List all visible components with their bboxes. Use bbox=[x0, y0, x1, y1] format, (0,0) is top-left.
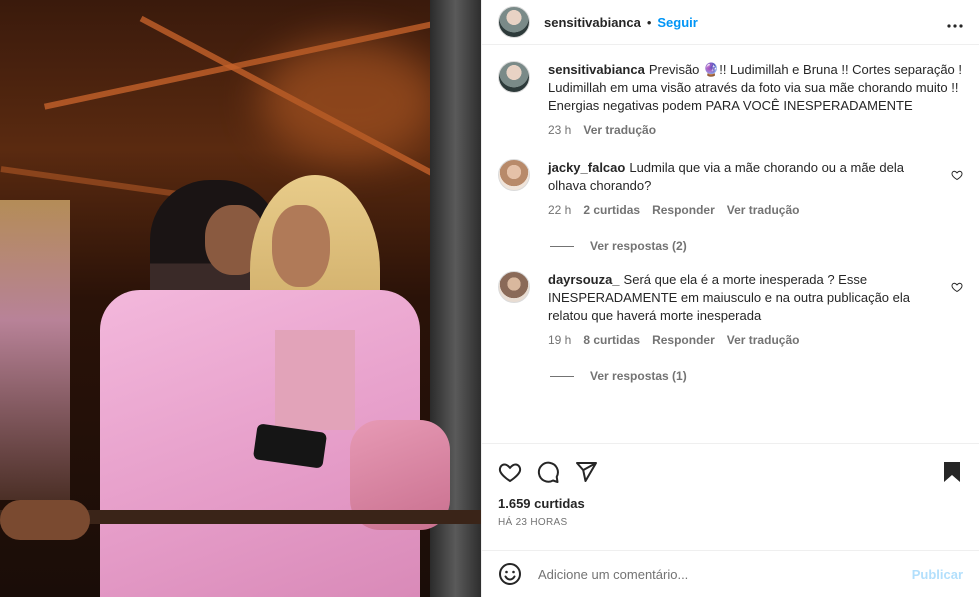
post-viewer: sensitivabianca • Seguir sensitivabianca… bbox=[0, 0, 979, 597]
comment-text: dayrsouza_ Será que ela é a morte inesper… bbox=[548, 271, 939, 325]
avatar[interactable] bbox=[498, 271, 530, 303]
view-replies-label: Ver respostas (2) bbox=[590, 239, 687, 253]
publish-button[interactable]: Publicar bbox=[912, 567, 963, 582]
comment-time[interactable]: 19 h bbox=[548, 333, 571, 347]
comment-input[interactable] bbox=[538, 566, 912, 582]
comment-meta: 22 h 2 curtidas Responder Ver tradução bbox=[548, 203, 939, 217]
share-icon[interactable] bbox=[574, 460, 598, 484]
comment-icon[interactable] bbox=[536, 460, 560, 484]
post-details-panel: sensitivabianca • Seguir sensitivabianca… bbox=[481, 0, 979, 597]
translate-link[interactable]: Ver tradução bbox=[727, 203, 800, 217]
translate-link[interactable]: Ver tradução bbox=[583, 123, 656, 137]
photo-arm bbox=[0, 500, 90, 540]
comment-likes[interactable]: 8 curtidas bbox=[583, 333, 640, 347]
follow-button[interactable]: Seguir bbox=[657, 15, 697, 30]
photo-face-blonde bbox=[272, 205, 330, 287]
post-actions: 1.659 curtidas HÁ 23 HORAS bbox=[482, 443, 979, 550]
post-header: sensitivabianca • Seguir bbox=[482, 0, 979, 45]
comment-meta: 19 h 8 curtidas Responder Ver tradução bbox=[548, 333, 939, 347]
caption-text: sensitivabianca Previsão 🔮!! Ludimillah e… bbox=[548, 61, 963, 115]
heart-icon[interactable] bbox=[951, 169, 963, 181]
photo-pink-top bbox=[275, 330, 355, 430]
avatar[interactable] bbox=[498, 61, 530, 93]
reply-button[interactable]: Responder bbox=[652, 203, 715, 217]
post-photo[interactable] bbox=[0, 0, 481, 597]
comment-text: jacky_falcao Ludmila que via a mãe choran… bbox=[548, 159, 939, 195]
heart-icon[interactable] bbox=[498, 460, 522, 484]
more-icon[interactable] bbox=[947, 12, 963, 33]
add-comment-bar: Publicar bbox=[482, 550, 979, 597]
bookmark-icon[interactable] bbox=[941, 460, 963, 484]
view-replies-label: Ver respostas (1) bbox=[590, 369, 687, 383]
post-username[interactable]: sensitivabianca bbox=[544, 15, 641, 30]
replies-line bbox=[550, 245, 574, 247]
photo-glow bbox=[260, 40, 440, 160]
comment-likes[interactable]: 2 curtidas bbox=[583, 203, 640, 217]
avatar[interactable] bbox=[498, 6, 530, 38]
caption-username[interactable]: sensitivabianca bbox=[548, 62, 645, 77]
post-date[interactable]: HÁ 23 HORAS bbox=[498, 517, 963, 528]
comment-username[interactable]: jacky_falcao bbox=[548, 160, 625, 175]
caption-time[interactable]: 23 h bbox=[548, 123, 571, 137]
caption: sensitivabianca Previsão 🔮!! Ludimillah e… bbox=[498, 61, 963, 137]
comment-item: jacky_falcao Ludmila que via a mãe choran… bbox=[498, 159, 963, 217]
separator-dot: • bbox=[646, 14, 652, 30]
comment-item: dayrsouza_ Será que ela é a morte inesper… bbox=[498, 271, 963, 347]
replies-line bbox=[550, 375, 574, 377]
photo-mirror-reflection bbox=[0, 200, 70, 500]
avatar[interactable] bbox=[498, 159, 530, 191]
comment-time[interactable]: 22 h bbox=[548, 203, 571, 217]
translate-link[interactable]: Ver tradução bbox=[727, 333, 800, 347]
view-replies-button[interactable]: Ver respostas (1) bbox=[550, 369, 963, 383]
emoji-icon[interactable] bbox=[498, 562, 522, 586]
heart-icon[interactable] bbox=[951, 281, 963, 293]
likes-count[interactable]: 1.659 curtidas bbox=[498, 496, 963, 511]
view-replies-button[interactable]: Ver respostas (2) bbox=[550, 239, 963, 253]
comments-list[interactable]: sensitivabianca Previsão 🔮!! Ludimillah e… bbox=[482, 45, 979, 443]
reply-button[interactable]: Responder bbox=[652, 333, 715, 347]
caption-meta: 23 h Ver tradução bbox=[548, 123, 963, 137]
comment-username[interactable]: dayrsouza_ bbox=[548, 272, 620, 287]
action-icons bbox=[498, 454, 963, 490]
